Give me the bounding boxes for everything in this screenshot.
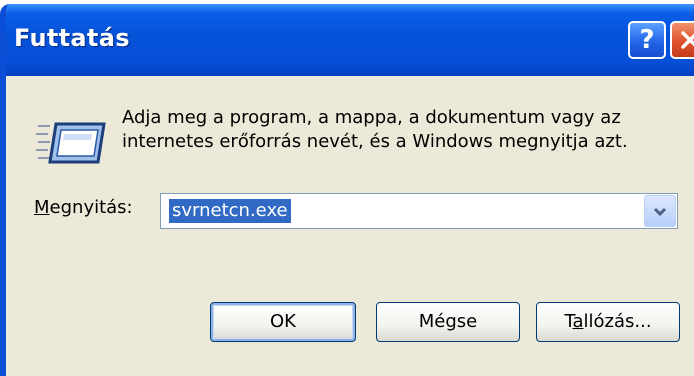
open-combobox[interactable]: svrnetcn.exe — [160, 193, 678, 229]
open-label: Megnyitás: — [34, 197, 133, 218]
title-bar[interactable]: Futtatás ? — [6, 4, 694, 76]
open-label-accelerator: M — [34, 197, 50, 218]
open-input-value[interactable]: svrnetcn.exe — [169, 199, 291, 223]
browse-label-accelerator: a — [572, 311, 584, 332]
run-icon — [36, 122, 106, 164]
window-title: Futtatás — [14, 24, 130, 52]
run-dialog: Futtatás ? Adja meg a program, a mappa, … — [0, 4, 694, 376]
help-icon: ? — [639, 25, 655, 55]
dialog-body: Adja meg a program, a mappa, a dokumentu… — [6, 76, 694, 376]
close-icon — [681, 31, 694, 49]
instruction-text: Adja meg a program, a mappa, a dokumentu… — [122, 106, 692, 154]
instruction-line-2: internetes erőforrás nevét, és a Windows… — [122, 131, 628, 152]
browse-button[interactable]: Tallózás... — [536, 302, 680, 342]
close-button[interactable] — [670, 21, 694, 59]
dropdown-button[interactable] — [644, 195, 676, 227]
instruction-line-1: Adja meg a program, a mappa, a dokumentu… — [122, 107, 621, 128]
chevron-down-icon — [653, 207, 667, 217]
open-label-text: egnyitás: — [49, 197, 133, 218]
help-button[interactable]: ? — [628, 21, 666, 59]
ok-button[interactable]: OK — [210, 302, 356, 342]
cancel-button[interactable]: Mégse — [376, 302, 520, 342]
browse-label-suffix: llózás... — [583, 311, 652, 332]
